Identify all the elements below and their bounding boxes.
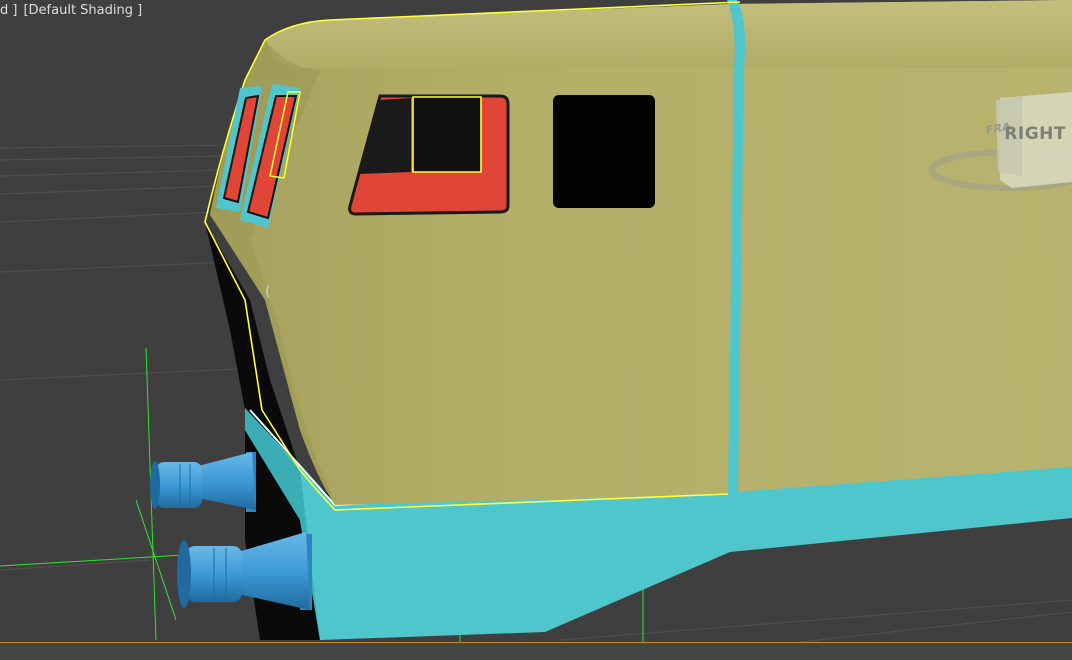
3d-viewport[interactable]: ( d ] [Default Shading ] FRA RIGHT <box>0 0 1072 660</box>
viewport-canvas[interactable]: ( <box>0 0 1072 660</box>
side-window-square <box>553 95 655 208</box>
buffer-lower <box>177 532 312 610</box>
cab-side-window-opening <box>412 96 482 173</box>
viewport-bottom-edge <box>0 642 1072 660</box>
svg-text:(: ( <box>265 284 270 300</box>
viewport-shading-menu[interactable]: [Default Shading ] <box>23 3 142 18</box>
roof-panel <box>265 0 1072 69</box>
viewport-view-menu[interactable]: d ] <box>0 3 17 18</box>
viewport-label[interactable]: d ] [Default Shading ] <box>0 3 148 18</box>
locomotive-cab-body <box>210 0 1072 505</box>
buffer-upper <box>150 452 256 512</box>
viewcube-right-face-label[interactable]: RIGHT <box>1004 124 1066 144</box>
